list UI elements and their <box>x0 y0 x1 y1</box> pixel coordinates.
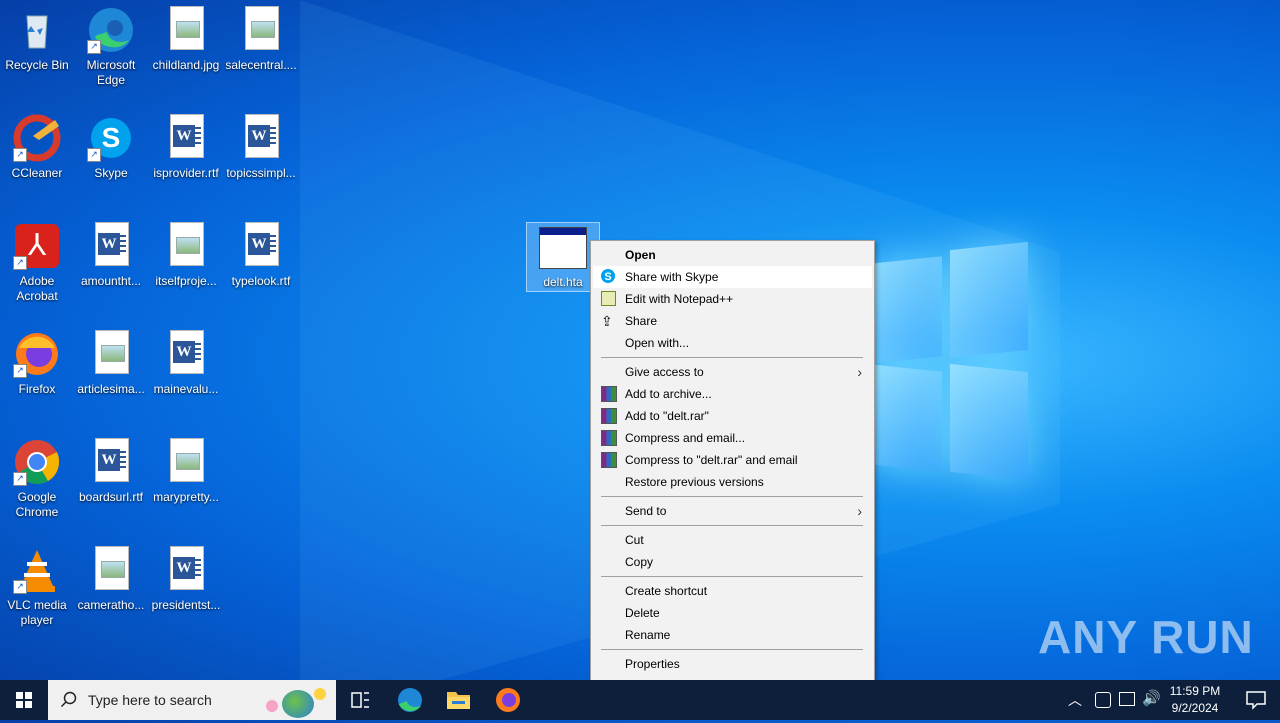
menu-item-edit-with-notepadpp[interactable]: Edit with Notepad++ <box>593 288 872 310</box>
show-hidden-icons-button[interactable]: ︿ <box>1068 690 1082 710</box>
winrar-icon <box>601 386 617 402</box>
winrar-icon <box>601 408 617 424</box>
windows-start-icon <box>16 692 32 708</box>
rtf-file-icon[interactable]: W mainevalu... <box>149 330 223 397</box>
google-chrome-icon[interactable]: ↗ Google Chrome <box>0 438 74 520</box>
taskbar-edge-button[interactable] <box>386 680 434 720</box>
menu-item-create-shortcut[interactable]: Create shortcut <box>593 580 872 602</box>
menu-item-properties[interactable]: Properties <box>593 653 872 675</box>
menu-item-compress-to-rar-and-email[interactable]: Compress to "delt.rar" and email <box>593 449 872 471</box>
menu-separator <box>601 525 863 526</box>
firefox-icon[interactable]: ↗ Firefox <box>0 330 74 397</box>
hta-file-icon <box>539 227 587 269</box>
rtf-file-icon[interactable]: W isprovider.rtf <box>149 114 223 181</box>
share-icon: ⇪ <box>601 313 613 329</box>
search-highlight-illustration <box>262 684 332 718</box>
rtf-file-icon[interactable]: W amountht... <box>74 222 148 289</box>
network-icon[interactable] <box>1119 692 1135 706</box>
ccleaner-icon[interactable]: ↗ CCleaner <box>0 114 74 181</box>
context-menu: Open S Share with Skype Edit with Notepa… <box>590 240 875 682</box>
selected-file-hta[interactable]: delt.hta <box>526 222 600 292</box>
adobe-acrobat-icon[interactable]: ⅄ ↗ Adobe Acrobat <box>0 222 74 304</box>
menu-item-add-to-archive[interactable]: Add to archive... <box>593 383 872 405</box>
rtf-file-icon[interactable]: W boardsurl.rtf <box>74 438 148 505</box>
file-explorer-icon <box>447 692 470 709</box>
taskbar-firefox-button[interactable] <box>484 680 532 720</box>
rtf-file-icon[interactable]: W presidentst... <box>149 546 223 613</box>
winrar-icon <box>601 430 617 446</box>
menu-item-share[interactable]: ⇪ Share <box>593 310 872 332</box>
chevron-up-icon: ︿ <box>1068 692 1082 708</box>
recycle-bin-icon[interactable]: Recycle Bin <box>0 6 74 73</box>
menu-item-share-with-skype[interactable]: S Share with Skype <box>593 266 872 288</box>
menu-item-compress-and-email[interactable]: Compress and email... <box>593 427 872 449</box>
skype-icon: S <box>601 269 615 283</box>
menu-item-add-to-delt-rar[interactable]: Add to "delt.rar" <box>593 405 872 427</box>
taskbar-clock[interactable]: 11:59 PM 9/2/2024 <box>1162 683 1228 717</box>
chevron-right-icon: › <box>857 503 862 519</box>
winrar-icon <box>601 452 617 468</box>
menu-item-copy[interactable]: Copy <box>593 551 872 573</box>
anyrun-watermark: ANY RUN <box>1038 611 1254 663</box>
menu-separator <box>601 649 863 650</box>
menu-separator <box>601 357 863 358</box>
clock-time: 11:59 PM <box>1169 684 1221 698</box>
task-view-icon <box>351 692 369 708</box>
menu-item-delete[interactable]: Delete <box>593 602 872 624</box>
tray-device-icon[interactable] <box>1095 692 1111 708</box>
search-icon <box>60 691 77 708</box>
skype-icon[interactable]: S ↗ Skype <box>74 114 148 181</box>
task-view-button[interactable] <box>336 680 384 720</box>
microsoft-edge-icon <box>398 688 422 712</box>
selected-file-label: delt.hta <box>543 275 583 289</box>
search-placeholder: Type here to search <box>88 692 212 708</box>
image-file-icon[interactable]: cameratho... <box>74 546 148 613</box>
image-file-icon[interactable]: itselfproje... <box>149 222 223 289</box>
menu-item-restore-previous-versions[interactable]: Restore previous versions <box>593 471 872 493</box>
image-file-icon[interactable]: salecentral.... <box>224 6 298 73</box>
notification-icon <box>1246 691 1266 710</box>
clock-date: 9/2/2024 <box>1171 701 1219 715</box>
rtf-file-icon[interactable]: W topicssimpl... <box>224 114 298 181</box>
start-button[interactable] <box>0 680 48 720</box>
windows-logo-wallpaper <box>870 240 1030 481</box>
menu-separator <box>601 576 863 577</box>
taskbar-file-explorer-button[interactable] <box>434 680 482 720</box>
menu-item-open-with[interactable]: Open with... <box>593 332 872 354</box>
chevron-right-icon: › <box>857 364 862 380</box>
notification-center-button[interactable] <box>1236 680 1276 720</box>
vlc-media-player-icon[interactable]: ↗ VLC media player <box>0 546 74 628</box>
microsoft-edge-icon[interactable]: ↗ Microsoft Edge <box>74 6 148 88</box>
menu-item-send-to[interactable]: Send to › <box>593 500 872 522</box>
image-file-icon[interactable]: marypretty... <box>149 438 223 505</box>
firefox-icon <box>496 688 520 712</box>
notepadpp-icon <box>601 291 616 306</box>
volume-icon[interactable]: 🔊 <box>1142 689 1161 707</box>
menu-item-open[interactable]: Open <box>593 244 872 266</box>
menu-item-cut[interactable]: Cut <box>593 529 872 551</box>
image-file-icon[interactable]: childland.jpg <box>149 6 223 73</box>
menu-item-rename[interactable]: Rename <box>593 624 872 646</box>
image-file-icon[interactable]: articlesima... <box>74 330 148 397</box>
taskbar: Type here to search ︿ 🔊 11:59 PM 9/2/202… <box>0 680 1280 720</box>
menu-item-give-access-to[interactable]: Give access to › <box>593 361 872 383</box>
menu-separator <box>601 496 863 497</box>
taskbar-search-box[interactable]: Type here to search <box>48 680 336 720</box>
rtf-file-icon[interactable]: W typelook.rtf <box>224 222 298 289</box>
